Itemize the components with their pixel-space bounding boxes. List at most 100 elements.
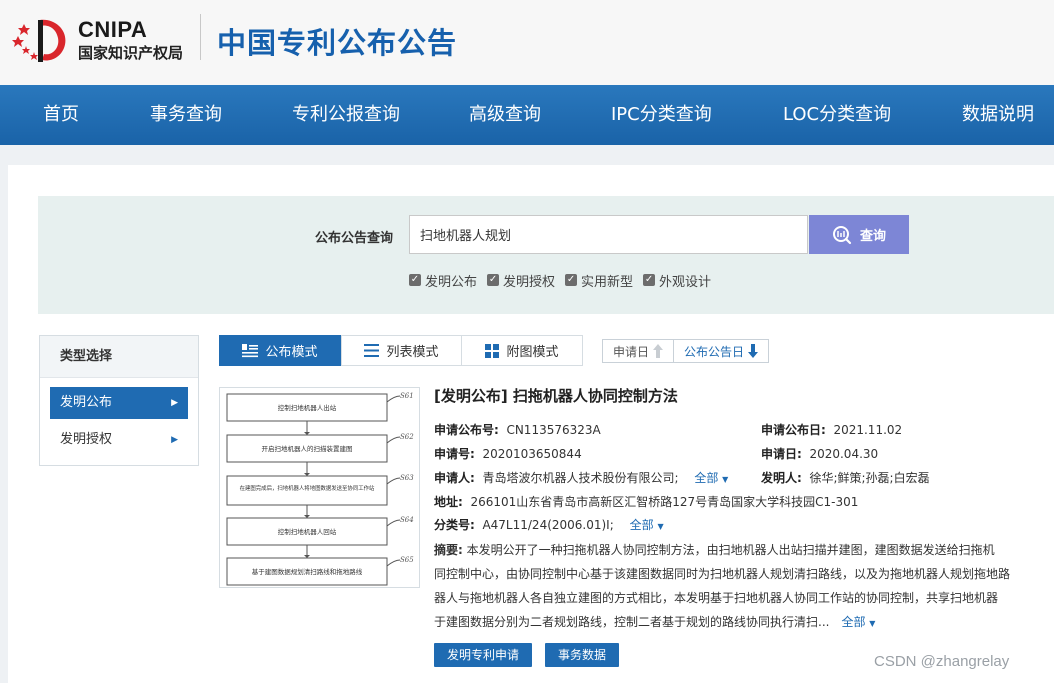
flowchart-tag-5: S65 [400, 556, 414, 564]
list-detail-icon [242, 343, 259, 357]
flowchart-step-4: 控制扫地机器人回站 [278, 527, 337, 536]
caret-down-icon: ▼ [657, 522, 664, 531]
result-figure-thumbnail[interactable]: 控制扫地机器人出站 开启扫地机器人的扫描装置建图 在建图完成后，扫地机器人将地图… [219, 387, 420, 588]
checkbox-label: 实用新型 [581, 274, 634, 290]
field-label: 分类号: [434, 518, 475, 532]
applicant-expand-link[interactable]: 全部 ▼ [694, 471, 728, 485]
checkbox-utility-model[interactable]: ✓ 实用新型 [565, 270, 633, 290]
field-value: 266101山东省青岛市高新区汇智桥路127号青岛国家大学科技园C1-301 [470, 495, 859, 509]
main-nav: 首页 事务查询 专利公报查询 高级查询 IPC分类查询 LOC分类查询 数据说明 [0, 85, 1054, 145]
affairs-data-button[interactable]: 事务数据 [545, 643, 619, 667]
abstract-line: 于建图数据分别为二者规划路线，控制二者基于规划的路线协同执行清扫... 全部 ▼ [434, 610, 1054, 634]
logo-text-cn: 国家知识产权局 [78, 44, 184, 62]
flowchart-tag-4: S64 [400, 516, 414, 524]
type-filter-checkboxes: ✓ 发明公布 ✓ 发明授权 ✓ 实用新型 ✓ 外观设计 [409, 270, 721, 290]
abstract-expand-link[interactable]: 全部 ▼ [841, 615, 875, 629]
field-label: 发明人: [761, 471, 802, 485]
nav-item-gazette-query[interactable]: 专利公报查询 [292, 85, 400, 145]
nav-item-data-notes[interactable]: 数据说明 [962, 85, 1034, 145]
caret-down-icon: ▼ [869, 619, 876, 628]
tab-publication-mode[interactable]: 公布模式 [219, 335, 341, 366]
checkmark-icon: ✓ [565, 274, 578, 286]
field-value: 2020103650844 [482, 447, 582, 461]
nav-item-advanced-query[interactable]: 高级查询 [469, 85, 541, 145]
cnipa-emblem-icon [12, 19, 66, 62]
list-icon [364, 344, 380, 357]
expand-label: 全部 [841, 615, 866, 629]
expand-label: 全部 [694, 471, 719, 485]
classification-expand-link[interactable]: 全部 ▼ [630, 518, 664, 532]
abstract-line: 器人与拖地机器人各自独立建图的方式相比，本发明基于扫地机器人协同工作站的协同控制… [434, 591, 999, 605]
sort-controls: 申请日 公布公告日 [602, 339, 770, 363]
tab-list-mode[interactable]: 列表模式 [341, 335, 462, 366]
checkbox-label: 外观设计 [659, 274, 712, 290]
checkbox-invention-grant[interactable]: ✓ 发明授权 [487, 270, 555, 290]
sort-label: 公布公告日 [684, 344, 745, 359]
checkmark-icon: ✓ [409, 274, 421, 286]
sort-by-application-date[interactable]: 申请日 [603, 340, 673, 362]
flowchart-step-3: 在建图完成后，扫地机器人将地图数据发送至协同工作站 [240, 484, 375, 492]
grid-icon [485, 343, 500, 358]
field-label: 申请公布号: [434, 423, 499, 437]
tab-label: 附图模式 [506, 345, 559, 360]
sort-label: 申请日 [613, 344, 650, 359]
invention-application-button[interactable]: 发明专利申请 [434, 643, 532, 667]
flowchart-figure: 控制扫地机器人出站 开启扫地机器人的扫描装置建图 在建图完成后，扫地机器人将地图… [226, 392, 414, 586]
flowchart-step-2: 开启扫地机器人的扫描装置建图 [262, 444, 353, 453]
watermark-text: CSDN @zhangrelay [874, 653, 1010, 670]
field-inventor: 发明人: 徐华;鲜策;孙磊;白宏磊 [761, 469, 930, 486]
caret-right-icon: ▶ [171, 398, 178, 408]
field-label: 申请人: [434, 471, 475, 485]
field-publication-number: 申请公布号: CN113576323A [434, 421, 601, 438]
sidebar-item-invention-publication[interactable]: 发明公布 ▶ [50, 387, 188, 419]
field-address: 地址: 266101山东省青岛市高新区汇智桥路127号青岛国家大学科技园C1-3… [434, 493, 858, 510]
caret-right-icon: ▶ [171, 435, 178, 445]
logo-divider [200, 14, 201, 60]
field-value: 徐华;鲜策;孙磊;白宏磊 [809, 471, 930, 485]
checkbox-label: 发明公布 [425, 274, 478, 290]
sidebar-title: 类型选择 [40, 336, 198, 378]
result-title[interactable]: [发明公布] 扫拖机器人协同控制方法 [434, 385, 678, 406]
field-classification: 分类号: A47L11/24(2006.01)I; 全部 ▼ [434, 516, 664, 533]
abstract-text: 于建图数据分别为二者规划路线，控制二者基于规划的路线协同执行清扫... [434, 615, 830, 629]
nav-item-affairs-query[interactable]: 事务查询 [150, 85, 222, 145]
checkbox-invention-publication[interactable]: ✓ 发明公布 [409, 270, 477, 290]
nav-item-loc-query[interactable]: LOC分类查询 [783, 85, 891, 145]
tab-label: 列表模式 [386, 345, 439, 360]
caret-down-icon: ▼ [722, 475, 729, 484]
sidebar-item-label: 发明授权 [60, 432, 113, 447]
logo-text-en: CNIPA [78, 17, 148, 42]
abstract-line: 摘要: 本发明公开了一种扫拖机器人协同控制方法，由扫地机器人出站扫描并建图，建图… [434, 538, 1054, 562]
search-button-label: 查询 [859, 229, 886, 244]
checkbox-design[interactable]: ✓ 外观设计 [643, 270, 711, 290]
sidebar-item-label: 发明公布 [60, 395, 113, 410]
site-header: CNIPA 国家知识产权局 中国专利公布公告 [0, 0, 1054, 85]
flowchart-tag-1: S61 [400, 392, 414, 400]
site-title[interactable]: 中国专利公布公告 [217, 20, 457, 62]
search-label: 公布公告查询 [315, 231, 394, 246]
abstract-text: 本发明公开了一种扫拖机器人协同控制方法，由扫地机器人出站扫描并建图，建图数据发送… [466, 543, 995, 557]
field-publication-date: 申请公布日: 2021.11.02 [761, 421, 902, 438]
sort-by-publication-date[interactable]: 公布公告日 [674, 340, 768, 362]
search-icon [832, 225, 852, 244]
nav-item-ipc-query[interactable]: IPC分类查询 [611, 85, 712, 145]
sidebar-item-invention-grant[interactable]: 发明授权 ▶ [50, 424, 188, 456]
field-value: CN113576323A [506, 423, 601, 437]
type-sidebar: 类型选择 发明公布 ▶ 发明授权 ▶ [39, 335, 199, 466]
checkmark-icon: ✓ [487, 274, 500, 286]
search-input[interactable] [409, 215, 808, 254]
field-label: 申请日: [761, 447, 802, 461]
checkbox-label: 发明授权 [503, 274, 556, 290]
flowchart-step-5: 基于建图数据规划清扫路线和拖地路线 [252, 567, 363, 576]
nav-item-home[interactable]: 首页 [43, 85, 79, 145]
search-button[interactable]: 查询 [809, 215, 909, 254]
field-application-date: 申请日: 2020.04.30 [761, 445, 878, 462]
search-panel [38, 196, 1054, 314]
field-value: 2021.11.02 [833, 423, 903, 437]
arrow-up-icon [653, 344, 664, 358]
field-value: 2020.04.30 [809, 447, 879, 461]
tab-figure-mode[interactable]: 附图模式 [461, 335, 583, 366]
field-label: 摘要: [434, 543, 463, 557]
field-value: A47L11/24(2006.01)I; [482, 518, 614, 532]
field-application-number: 申请号: 2020103650844 [434, 445, 582, 462]
